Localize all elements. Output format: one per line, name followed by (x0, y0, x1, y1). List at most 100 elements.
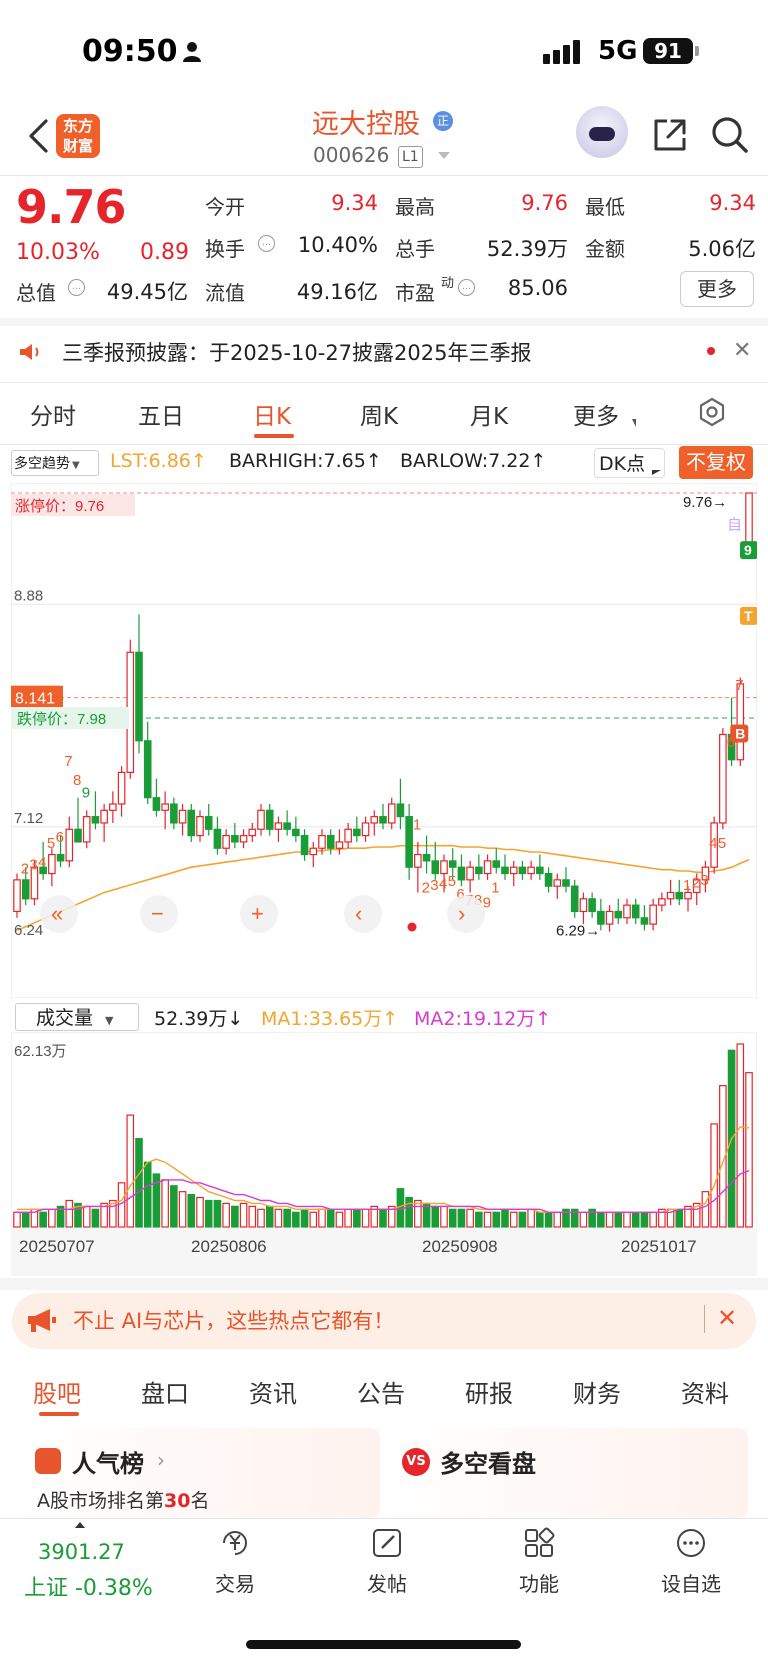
volume-bar (736, 1043, 745, 1228)
volume-bar (170, 1185, 178, 1228)
nav-add-watchlist[interactable]: 设自选 (651, 1568, 731, 1597)
volume-select[interactable]: 成交量 ▼ (15, 1003, 139, 1031)
kline-chart[interactable]: 2345678912345678911234567BT99.768.887.12… (11, 483, 757, 998)
open-label: 今开 (205, 195, 245, 219)
turnover-value: 10.40% (297, 233, 378, 257)
candle-body (457, 866, 466, 881)
candle-body (736, 683, 745, 761)
megaphone-icon (28, 1309, 56, 1332)
share-icon[interactable] (650, 115, 690, 155)
sequence-marker: 4 (38, 854, 46, 871)
tab-intraday[interactable]: 分时 (30, 397, 76, 431)
volume-bar (475, 1211, 483, 1228)
volume-bar (39, 1211, 47, 1228)
index-label[interactable]: 上证 -0.38% (24, 1570, 153, 1602)
sequence-marker: 1 (491, 879, 499, 896)
tab-orderbook[interactable]: 盘口 (141, 1374, 189, 1409)
candle-body (396, 803, 405, 818)
chart-control-icon: « (51, 901, 63, 926)
stock-name[interactable]: 远大控股 (312, 102, 420, 141)
sequence-marker: 5 (718, 835, 726, 852)
chart-control-icon: › (458, 901, 465, 926)
sequence-marker: 6 (56, 829, 64, 846)
current-price-tag: 8.141 (15, 691, 55, 708)
volume-bar (640, 1211, 649, 1228)
rank-number: 30 (164, 1490, 191, 1512)
more-quote-button[interactable]: 更多 (680, 271, 754, 307)
tab-news[interactable]: 资讯 (249, 1374, 297, 1409)
tab-profile[interactable]: 资料 (681, 1374, 729, 1409)
volume-bar (265, 1205, 274, 1228)
nav-trade[interactable]: 交易 (205, 1568, 265, 1597)
more-circle-icon[interactable] (674, 1526, 708, 1560)
volume-current: 52.39万↓ (154, 1008, 244, 1030)
x-tick-label: 20250707 (19, 1237, 95, 1256)
volume-bar (21, 1211, 30, 1228)
promo-text[interactable]: 不止 AI与芯片，这些热点它都有！ (73, 1305, 394, 1335)
back-icon[interactable] (26, 118, 50, 154)
tab-monthly-k[interactable]: 月K (470, 397, 508, 431)
index-value[interactable]: 3901.27 (38, 1540, 125, 1564)
candle-body (588, 898, 596, 913)
open-value: 9.34 (331, 191, 378, 215)
close-icon[interactable]: ✕ (733, 338, 751, 363)
volume-bar (544, 1211, 553, 1228)
tab-five-day[interactable]: 五日 (138, 397, 184, 431)
market-level-tag[interactable]: L1 (398, 146, 423, 168)
candle-body (527, 866, 535, 875)
info-icon[interactable]: … (258, 235, 275, 252)
tab-weekly-k[interactable]: 周K (360, 397, 398, 431)
candle-body (222, 834, 230, 849)
chevron-right-icon: › (157, 1448, 165, 1472)
popularity-rank: A股市场排名第30名 (37, 1486, 209, 1513)
min-price-label: 6.29→ (556, 923, 600, 940)
tab-forum[interactable]: 股吧 (33, 1374, 81, 1409)
indicator-select[interactable]: 多空趋势 ▼ (11, 450, 99, 476)
volume-bar (553, 1211, 562, 1228)
grid-icon[interactable] (522, 1526, 556, 1560)
notice-text[interactable]: 三季报预披露：于2025-10-27披露2025年三季报 (62, 337, 531, 367)
tab-more[interactable]: 更多 (573, 397, 619, 431)
volume-bar (379, 1208, 387, 1228)
volume-bar (431, 1205, 440, 1228)
compose-icon[interactable] (370, 1526, 404, 1560)
candle-body (257, 809, 265, 830)
stock-code[interactable]: 000626 (313, 143, 389, 167)
corner-triangle-icon (652, 470, 661, 475)
nav-post[interactable]: 发帖 (357, 1568, 417, 1597)
limit-up-label: 涨停价：9.76 (15, 498, 104, 515)
candle-body (161, 803, 169, 811)
tab-research[interactable]: 研报 (465, 1374, 513, 1409)
candle-body (65, 828, 74, 862)
chevron-down-icon[interactable] (438, 152, 450, 159)
tab-daily-k[interactable]: 日K (253, 397, 291, 431)
tab-announcements[interactable]: 公告 (357, 1374, 405, 1409)
adjust-button[interactable]: 不复权 (679, 446, 753, 479)
search-icon[interactable] (709, 114, 749, 154)
nav-functions[interactable]: 功能 (509, 1568, 569, 1597)
info-icon[interactable]: … (68, 279, 85, 296)
volume-ma1: MA1:33.65万↑ (261, 1008, 399, 1030)
close-icon[interactable]: ✕ (717, 1304, 737, 1332)
volume-bar (536, 1211, 544, 1228)
indicator-select-label: 多空趋势 (14, 456, 70, 472)
tab-finance[interactable]: 财务 (573, 1374, 621, 1409)
app-logo[interactable]: 东方财富 (56, 114, 100, 158)
chevron-down-icon: ▼ (72, 460, 80, 471)
change-percent: 10.03% (16, 240, 100, 265)
trade-icon[interactable] (218, 1526, 252, 1560)
candle-body (178, 809, 187, 824)
volume-bar (701, 1191, 710, 1228)
candle-body (82, 816, 91, 843)
candle-body (109, 803, 117, 811)
volume-bar (326, 1208, 335, 1228)
pe-value: 85.06 (507, 276, 568, 300)
gear-icon[interactable] (697, 397, 727, 427)
candle-body (666, 891, 675, 900)
pe-label: 市盈 (395, 281, 435, 305)
volume-bar (187, 1194, 196, 1228)
sequence-marker: 3 (430, 877, 438, 894)
candle-body (344, 828, 352, 843)
low-value: 9.34 (709, 191, 756, 215)
volume-chart[interactable]: 62.13万 20250707 20250806 20250908 20251017 (11, 1032, 757, 1276)
